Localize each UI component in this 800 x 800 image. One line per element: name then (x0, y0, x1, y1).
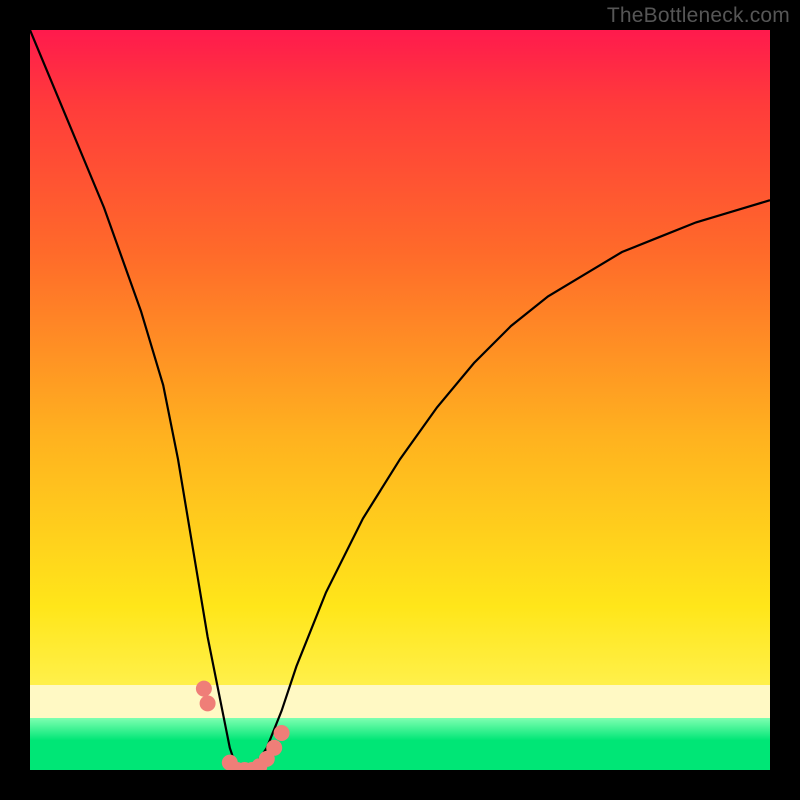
plot-area (30, 30, 770, 770)
watermark-text: TheBottleneck.com (607, 4, 790, 28)
outer-frame: TheBottleneck.com (0, 0, 800, 800)
highlight-dot (274, 725, 290, 741)
bottleneck-curve (30, 30, 770, 770)
chart-svg (30, 30, 770, 770)
highlight-dot (266, 740, 282, 756)
highlight-dot (200, 695, 216, 711)
bottleneck-curve-path (30, 30, 770, 770)
highlight-dot (196, 681, 212, 697)
